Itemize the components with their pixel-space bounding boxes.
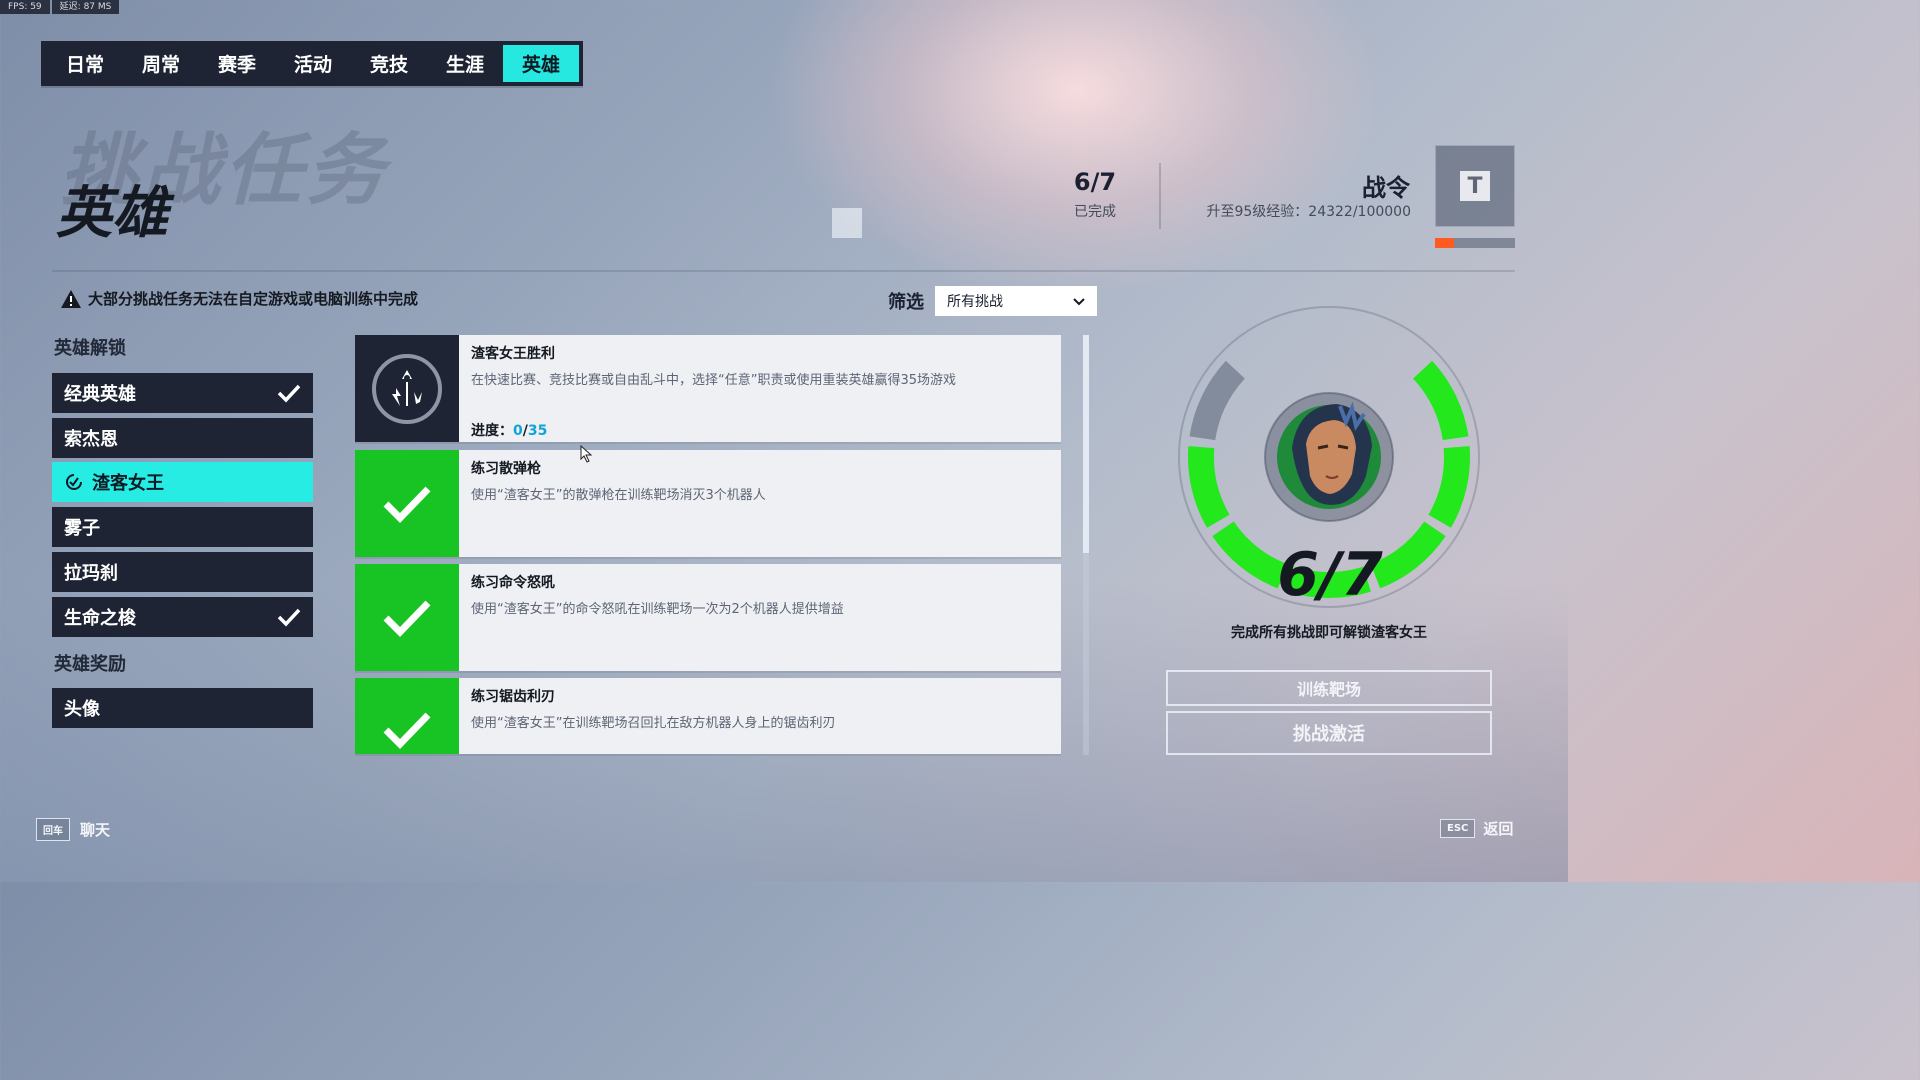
sidebar-item-sojourn[interactable]: 索杰恩 — [52, 418, 313, 458]
enter-key-hint: 回车 — [36, 818, 70, 841]
completed-label: 已完成 — [1074, 204, 1116, 220]
activate-challenge-button[interactable]: 挑战激活 — [1166, 711, 1492, 755]
filter-label: 筛选 — [888, 292, 924, 313]
sidebar-item-ramattra[interactable]: 拉玛刹 — [52, 552, 313, 592]
check-icon — [277, 608, 301, 627]
ring-segment — [1189, 360, 1246, 441]
sidebar-item-label: 雾子 — [64, 518, 100, 539]
challenge-body: 练习命令怒吼 使用“渣客女王”的命令怒吼在训练靶场一次为2个机器人提供增益 — [459, 564, 856, 671]
progress-total: 35 — [527, 423, 548, 439]
hero-unlock-heading: 英雄解锁 — [54, 338, 126, 359]
header-rule — [52, 270, 1515, 272]
battlepass-progress-bar — [1435, 238, 1515, 248]
sidebar-item-classic-heroes[interactable]: 经典英雄 — [52, 373, 313, 413]
challenge-complete-panel — [355, 450, 459, 557]
progress-label: 进度： — [471, 423, 513, 439]
battlepass-title: 战令 — [1362, 174, 1410, 202]
sidebar-item-label: 索杰恩 — [64, 429, 118, 450]
challenge-title: 练习锯齿利刃 — [471, 689, 555, 705]
latency-readout: 延迟: 87 MS — [51, 0, 120, 14]
completed-count: 6/7 — [1073, 168, 1117, 196]
check-icon — [383, 600, 431, 637]
warning-notice: 大部分挑战任务无法在自定游戏或电脑训练中完成 — [60, 288, 418, 309]
tab-career[interactable]: 生涯 — [427, 45, 503, 82]
challenge-complete-panel — [355, 564, 459, 671]
challenge-card[interactable]: 练习锯齿利刃 使用“渣客女王”在训练靶场召回扎在敌方机器人身上的锯齿利刃 — [355, 678, 1061, 754]
fps-readout: FPS: 59 — [0, 0, 50, 14]
challenge-description: 使用“渣客女王”的散弹枪在训练靶场消灭3个机器人 — [471, 488, 766, 503]
tank-role-emblem-icon — [372, 353, 442, 424]
warning-text: 大部分挑战任务无法在自定游戏或电脑训练中完成 — [88, 290, 419, 308]
filter-dropdown[interactable]: 所有挑战 — [935, 286, 1097, 316]
challenge-title: 渣客女王胜利 — [471, 346, 555, 362]
in-progress-icon — [66, 474, 82, 490]
sidebar-item-label: 渣客女王 — [92, 473, 164, 494]
background-glow — [768, 0, 1388, 300]
back-label: 返回 — [1483, 820, 1514, 838]
sidebar-item-label: 生命之梭 — [64, 608, 136, 629]
sidebar-item-junker-queen[interactable]: 渣客女王 — [52, 462, 313, 502]
challenge-card[interactable]: 渣客女王胜利 在快速比赛、竞技比赛或自由乱斗中，选择“任意”职责或使用重装英雄赢… — [355, 335, 1061, 442]
chat-shortcut[interactable]: 回车 聊天 — [36, 818, 110, 841]
filter-value: 所有挑战 — [947, 294, 1003, 310]
warning-icon — [61, 289, 81, 308]
challenge-title: 练习命令怒吼 — [471, 575, 555, 591]
page-title: 英雄 — [56, 181, 168, 246]
ring-segment — [1412, 360, 1469, 441]
back-shortcut[interactable]: ESC 返回 — [1440, 818, 1513, 839]
challenge-card[interactable]: 练习散弹枪 使用“渣客女王”的散弹枪在训练靶场消灭3个机器人 — [355, 450, 1061, 557]
tab-daily[interactable]: 日常 — [47, 45, 123, 82]
challenge-description: 在快速比赛、竞技比赛或自由乱斗中，选择“任意”职责或使用重装英雄赢得35场游戏 — [471, 373, 957, 388]
sidebar-item-label: 拉玛刹 — [64, 563, 118, 584]
challenge-complete-panel — [355, 678, 459, 754]
hero-reward-heading: 英雄奖励 — [54, 654, 126, 675]
challenge-tabs: 日常 周常 赛季 活动 竞技 生涯 英雄 — [41, 41, 583, 86]
tab-weekly[interactable]: 周常 — [123, 45, 199, 82]
hero-unlock-message: 完成所有挑战即可解锁渣客女王 — [1231, 625, 1427, 641]
ring-segment — [1428, 446, 1470, 528]
tab-heroes[interactable]: 英雄 — [503, 45, 579, 82]
sidebar-item-avatar[interactable]: 头像 — [52, 688, 313, 728]
sidebar-item-label: 经典英雄 — [64, 384, 136, 405]
challenge-description: 使用“渣客女王”的命令怒吼在训练靶场一次为2个机器人提供增益 — [471, 602, 844, 617]
challenge-progress: 进度：0/35 — [471, 420, 956, 440]
tab-competitive[interactable]: 竞技 — [351, 45, 427, 82]
battlepass-exp: 升至95级经验：24322/100000 — [1206, 204, 1411, 220]
battlepass-tier-badge[interactable]: T — [1435, 145, 1515, 227]
esc-key-hint: ESC — [1440, 819, 1476, 838]
hero-challenge-count: 6/7 — [1277, 540, 1383, 610]
sidebar-item-label: 头像 — [64, 699, 100, 720]
check-icon — [383, 712, 431, 749]
check-icon — [383, 486, 431, 523]
performance-hud: FPS: 59 延迟: 87 MS — [0, 0, 120, 14]
challenge-icon-panel — [355, 335, 459, 442]
challenge-body: 渣客女王胜利 在快速比赛、竞技比赛或自由乱斗中，选择“任意”职责或使用重装英雄赢… — [459, 335, 968, 442]
progress-current: 0 — [513, 423, 523, 439]
chat-label: 聊天 — [80, 821, 111, 839]
tab-season[interactable]: 赛季 — [199, 45, 275, 82]
training-range-button[interactable]: 训练靶场 — [1166, 670, 1492, 706]
chevron-down-icon — [1073, 298, 1085, 306]
challenge-title: 练习散弹枪 — [471, 461, 541, 477]
sidebar-item-kiriko[interactable]: 雾子 — [52, 507, 313, 547]
mouse-cursor-icon — [580, 445, 593, 463]
ring-segment — [1188, 446, 1230, 528]
sidebar-item-lifeweaver[interactable]: 生命之梭 — [52, 597, 313, 637]
challenge-body: 练习锯齿利刃 使用“渣客女王”在训练靶场召回扎在敌方机器人身上的锯齿利刃 — [459, 678, 847, 754]
challenge-card[interactable]: 练习命令怒吼 使用“渣客女王”的命令怒吼在训练靶场一次为2个机器人提供增益 — [355, 564, 1061, 671]
battlepass-progress-fill — [1435, 238, 1455, 248]
decorative-square — [832, 208, 862, 238]
scrollbar-thumb[interactable] — [1083, 335, 1089, 553]
check-icon — [277, 384, 301, 403]
challenge-description: 使用“渣客女王”在训练靶场召回扎在敌方机器人身上的锯齿利刃 — [471, 716, 836, 731]
challenge-body: 练习散弹枪 使用“渣客女王”的散弹枪在训练靶场消灭3个机器人 — [459, 450, 778, 557]
tab-event[interactable]: 活动 — [275, 45, 351, 82]
challenge-scrollbar[interactable] — [1083, 335, 1089, 755]
tier-icon: T — [1460, 171, 1490, 201]
